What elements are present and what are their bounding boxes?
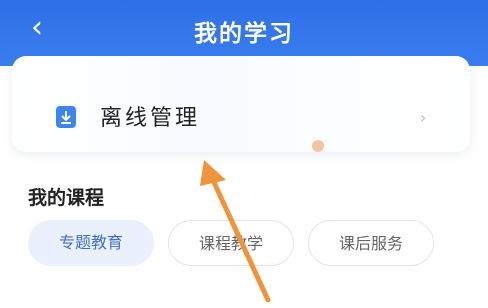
offline-management-card[interactable]: 离线管理 › [12,56,470,152]
download-icon [56,106,76,128]
page-title: 我的学习 [194,21,294,47]
tab-after-school-service[interactable]: 课后服务 [308,220,434,266]
decoration-dot [312,140,324,152]
tab-course-teaching[interactable]: 课程教学 [168,220,294,266]
my-courses-title: 我的课程 [28,187,105,209]
offline-management-label: 离线管理 [100,106,201,131]
chevron-right-icon: › [420,108,427,127]
tab-special-education[interactable]: 专题教育 [28,220,154,266]
